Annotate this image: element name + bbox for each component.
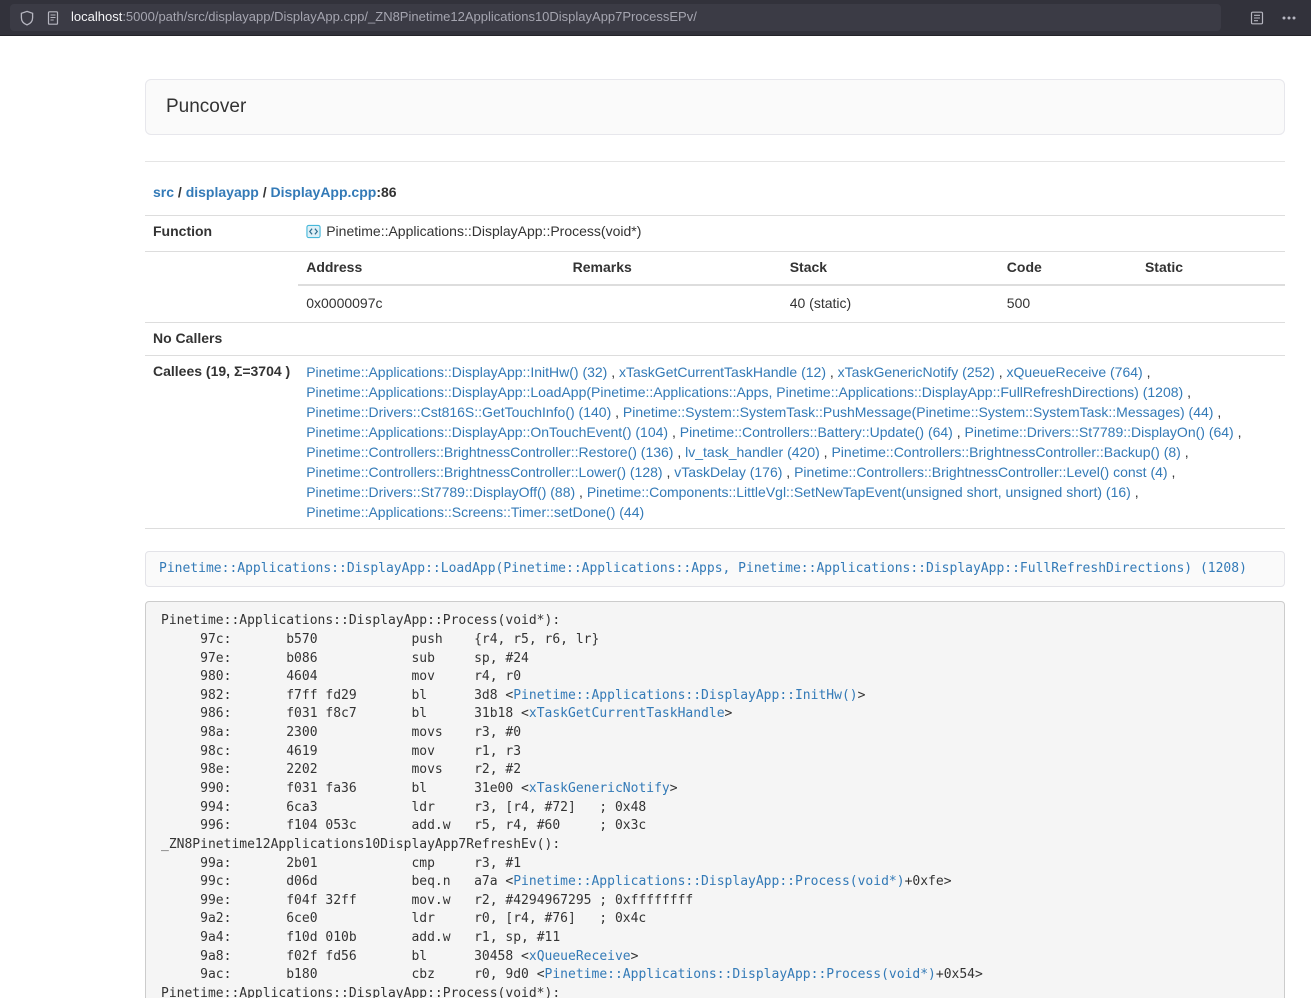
overflow-menu-icon[interactable]	[1281, 10, 1297, 26]
url-path: :5000/path/src/displayapp/DisplayApp.cpp…	[122, 9, 697, 24]
column-header-stack: Stack	[782, 252, 999, 285]
breadcrumb-line-number: :86	[376, 184, 396, 200]
toolbar-actions	[1233, 10, 1297, 26]
function-icon	[306, 224, 321, 245]
code-symbol-link[interactable]: Pinetime::Applications::DisplayApp::Proc…	[513, 874, 904, 889]
reader-view-icon[interactable]	[1249, 10, 1265, 26]
page-content: Puncover src / displayapp / DisplayApp.c…	[145, 79, 1285, 998]
column-header-address: Address	[298, 252, 564, 285]
code-value: 500	[999, 285, 1137, 322]
no-callers-row: No Callers	[145, 322, 1285, 355]
callee-link[interactable]: xTaskGetCurrentTaskHandle (12)	[619, 364, 826, 380]
highlighted-callee-panel: Pinetime::Applications::DisplayApp::Load…	[145, 551, 1285, 588]
code-symbol-link[interactable]: xTaskGenericNotify	[529, 781, 670, 796]
breadcrumb-separator: /	[174, 184, 186, 200]
static-value	[1137, 285, 1285, 322]
address-value: 0x0000097c	[298, 285, 564, 322]
divider	[145, 161, 1285, 162]
callee-link[interactable]: lv_task_handler (420)	[685, 444, 820, 460]
callee-link[interactable]: Pinetime::Controllers::BrightnessControl…	[306, 464, 662, 480]
stats-header-row: Address Remarks Stack Code Static	[298, 252, 1285, 285]
shield-icon[interactable]	[19, 10, 35, 26]
callee-link[interactable]: xQueueReceive (764)	[1007, 364, 1143, 380]
app-title: Puncover	[166, 95, 1264, 119]
callee-link[interactable]: Pinetime::Applications::Screens::Timer::…	[306, 504, 644, 520]
breadcrumb: src / displayapp / DisplayApp.cpp:86	[145, 183, 1285, 203]
symbol-info-table: Function Pinetime::Applications::Display…	[145, 215, 1285, 529]
callee-link[interactable]: Pinetime::Applications::DisplayApp::Init…	[306, 364, 607, 380]
code-symbol-link[interactable]: xTaskGetCurrentTaskHandle	[529, 706, 725, 721]
callee-link[interactable]: Pinetime::Controllers::BrightnessControl…	[794, 464, 1167, 480]
callee-link[interactable]: Pinetime::Applications::DisplayApp::OnTo…	[306, 424, 668, 440]
callee-link[interactable]: Pinetime::Controllers::Battery::Update()…	[680, 424, 953, 440]
breadcrumb-separator: /	[259, 184, 271, 200]
disassembly-block: Pinetime::Applications::DisplayApp::Proc…	[145, 601, 1285, 998]
remarks-value	[565, 285, 782, 322]
stats-row: Address Remarks Stack Code Static 0x0000…	[145, 251, 1285, 322]
code-symbol-link[interactable]: xQueueReceive	[529, 949, 631, 964]
callees-label: Callees (19, Σ=3704 )	[145, 355, 298, 528]
function-label: Function	[145, 215, 298, 251]
column-header-static: Static	[1137, 252, 1285, 285]
column-header-code: Code	[999, 252, 1137, 285]
code-symbol-link[interactable]: Pinetime::Applications::DisplayApp::Proc…	[545, 967, 936, 982]
url-host: localhost	[71, 9, 122, 24]
code-symbol-link[interactable]: Pinetime::Applications::DisplayApp::Init…	[513, 688, 857, 703]
function-name-cell: Pinetime::Applications::DisplayApp::Proc…	[298, 215, 1285, 251]
stats-cell: Address Remarks Stack Code Static 0x0000…	[298, 251, 1285, 322]
no-callers-label: No Callers	[145, 322, 298, 355]
function-name: Pinetime::Applications::DisplayApp::Proc…	[326, 223, 641, 239]
url-bar[interactable]: localhost:5000/path/src/displayapp/Displ…	[10, 4, 1221, 31]
page-identity-icon[interactable]	[45, 10, 61, 26]
callees-list: Pinetime::Applications::DisplayApp::Init…	[298, 355, 1285, 528]
callee-link[interactable]: vTaskDelay (176)	[674, 464, 782, 480]
callee-link[interactable]: Pinetime::Drivers::St7789::DisplayOff() …	[306, 484, 575, 500]
app-header-panel: Puncover	[145, 79, 1285, 135]
stack-value: 40 (static)	[782, 285, 999, 322]
breadcrumb-link-displayapp[interactable]: displayapp	[186, 184, 259, 200]
callee-link[interactable]: Pinetime::Applications::DisplayApp::Load…	[306, 384, 1183, 400]
function-row: Function Pinetime::Applications::Display…	[145, 215, 1285, 251]
callee-link[interactable]: Pinetime::Components::LittleVgl::SetNewT…	[587, 484, 1131, 500]
callee-link[interactable]: Pinetime::System::SystemTask::PushMessag…	[623, 404, 1214, 420]
breadcrumb-link-src[interactable]: src	[153, 184, 174, 200]
callee-link[interactable]: Pinetime::Controllers::BrightnessControl…	[306, 444, 673, 460]
highlighted-callee-link[interactable]: Pinetime::Applications::DisplayApp::Load…	[159, 561, 1247, 576]
callee-link[interactable]: xTaskGenericNotify (252)	[838, 364, 995, 380]
callers-cell	[298, 322, 1285, 355]
callee-link[interactable]: Pinetime::Drivers::Cst816S::GetTouchInfo…	[306, 404, 611, 420]
stats-table: Address Remarks Stack Code Static 0x0000…	[298, 252, 1285, 322]
stats-row-label	[145, 251, 298, 322]
breadcrumb-link-file[interactable]: DisplayApp.cpp	[271, 184, 377, 200]
callee-link[interactable]: Pinetime::Controllers::BrightnessControl…	[831, 444, 1180, 460]
column-header-remarks: Remarks	[565, 252, 782, 285]
url-text[interactable]: localhost:5000/path/src/displayapp/Displ…	[71, 8, 697, 27]
stats-data-row: 0x0000097c 40 (static) 500	[298, 285, 1285, 322]
callee-link[interactable]: Pinetime::Drivers::St7789::DisplayOn() (…	[965, 424, 1234, 440]
browser-toolbar: localhost:5000/path/src/displayapp/Displ…	[0, 0, 1311, 36]
callees-row: Callees (19, Σ=3704 ) Pinetime::Applicat…	[145, 355, 1285, 528]
